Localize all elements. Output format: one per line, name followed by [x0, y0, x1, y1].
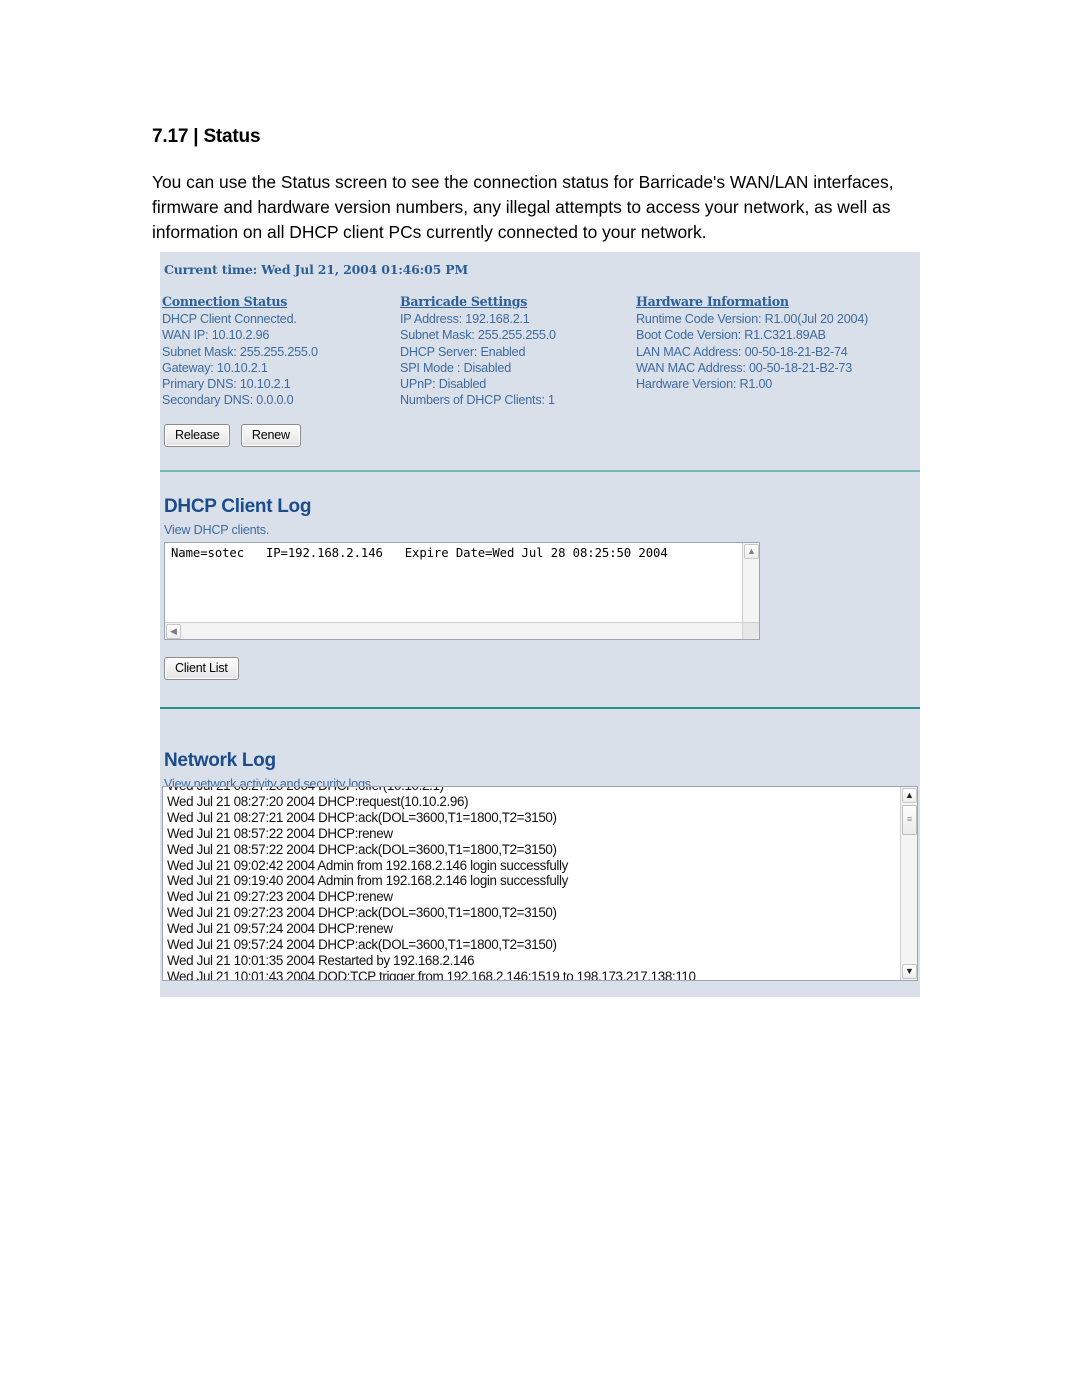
network-log-line: Wed Jul 21 09:57:24 2004 DHCP:renew	[167, 921, 393, 937]
list-item: DHCP Client Connected.	[162, 312, 297, 326]
section-divider-2	[160, 707, 920, 709]
dhcp-log-horizontal-scrollbar[interactable]: ◀ ▶	[165, 622, 759, 639]
network-log-line: Wed Jul 21 08:57:22 2004 DHCP:renew	[167, 825, 393, 841]
hardware-information-column: Hardware Information Runtime Code Versio…	[636, 294, 916, 392]
network-log-line: Wed Jul 21 08:27:21 2004 DHCP:ack(DOL=36…	[167, 809, 557, 825]
list-item: LAN MAC Address: 00-50-18-21-B2-74	[636, 344, 848, 359]
network-log-line: Wed Jul 21 08:27:20 2004 DHCP:request(10…	[167, 793, 469, 809]
page-title: 7.17 | Status	[152, 126, 261, 147]
list-item: Gateway: 10.10.2.1	[162, 360, 268, 375]
barricade-settings-heading[interactable]: Barricade Settings	[400, 294, 636, 309]
scroll-up-icon[interactable]: ▲	[744, 544, 759, 559]
network-log-line: Wed Jul 21 09:19:40 2004 Admin from 192.…	[167, 873, 569, 889]
network-log-line: Wed Jul 21 10:01:43 2004 DOD:TCP trigger…	[167, 968, 696, 981]
list-item: Primary DNS: 10.10.2.1	[162, 377, 291, 392]
list-item: UPnP: Disabled	[400, 377, 487, 392]
hardware-information-heading[interactable]: Hardware Information	[636, 294, 916, 309]
network-log-vertical-scrollbar[interactable]: ▲ ≡ ▼	[900, 787, 917, 980]
scroll-up-icon[interactable]: ▲	[902, 788, 917, 803]
hardware-information-list: Runtime Code Version: R1.00(Jul 20 2004)…	[636, 311, 916, 392]
network-log-line: Wed Jul 21 09:02:42 2004 Admin from 192.…	[167, 857, 569, 873]
router-status-panel: Current time: Wed Jul 21, 2004 01:46:05 …	[160, 252, 920, 997]
list-item: Boot Code Version: R1.C321.89AB	[636, 328, 826, 343]
dhcp-client-log-textarea[interactable]: Name=sotec IP=192.168.2.146 Expire Date=…	[164, 542, 760, 640]
list-item: SPI Mode : Disabled	[400, 360, 512, 375]
list-item: Subnet Mask: 255.255.255.0	[162, 344, 318, 359]
dhcp-client-log-title: DHCP Client Log	[164, 496, 312, 517]
renew-button[interactable]: Renew	[240, 424, 301, 447]
dhcp-client-log-subtitle: View DHCP clients.	[164, 523, 270, 537]
page-description: You can use the Status screen to see the…	[152, 172, 894, 242]
list-item: Hardware Version: R1.00	[636, 377, 773, 392]
client-list-button-row: Client List	[164, 657, 239, 680]
network-log-content: Wed Jul 21 08:27:20 2004 DHCP:offer(10.1…	[167, 787, 887, 981]
network-log-line: Wed Jul 21 09:27:23 2004 DHCP:renew	[167, 889, 393, 905]
list-item: Secondary DNS: 0.0.0.0	[162, 393, 294, 408]
network-log-line: Wed Jul 21 09:27:23 2004 DHCP:ack(DOL=36…	[167, 905, 557, 921]
list-item: Numbers of DHCP Clients: 1	[400, 393, 555, 408]
list-item: Runtime Code Version: R1.00(Jul 20 2004)	[636, 312, 869, 326]
list-item: Subnet Mask: 255.255.255.0	[400, 328, 556, 343]
list-item: WAN MAC Address: 00-50-18-21-B2-73	[636, 360, 853, 375]
network-log-line: Wed Jul 21 08:57:22 2004 DHCP:ack(DOL=36…	[167, 841, 557, 857]
network-log-line: Wed Jul 21 08:27:20 2004 DHCP:offer(10.1…	[167, 787, 887, 794]
connection-status-heading[interactable]: Connection Status	[162, 294, 402, 309]
scrollbar-thumb[interactable]: ≡	[902, 805, 917, 835]
dhcp-action-buttons: Release Renew	[164, 424, 301, 447]
scroll-down-icon[interactable]: ▼	[902, 964, 917, 979]
client-list-button[interactable]: Client List	[164, 657, 239, 680]
list-item: IP Address: 192.168.2.1	[400, 312, 530, 326]
current-time-label: Current time: Wed Jul 21, 2004 01:46:05 …	[164, 262, 469, 277]
scroll-left-icon[interactable]: ◀	[166, 624, 181, 639]
release-button[interactable]: Release	[164, 424, 231, 447]
list-item: DHCP Server: Enabled	[400, 344, 526, 359]
connection-status-column: Connection Status DHCP Client Connected.…	[162, 294, 402, 409]
network-log-textarea[interactable]: Wed Jul 21 08:27:20 2004 DHCP:offer(10.1…	[162, 786, 918, 981]
dhcp-client-log-content: Name=sotec IP=192.168.2.146 Expire Date=…	[171, 546, 668, 560]
network-log-title: Network Log	[164, 750, 276, 771]
section-divider-1	[160, 470, 920, 472]
scrollbar-corner	[742, 622, 759, 639]
network-log-line: Wed Jul 21 10:01:35 2004 Restarted by 19…	[167, 952, 475, 968]
barricade-settings-column: Barricade Settings IP Address: 192.168.2…	[400, 294, 636, 409]
connection-status-list: DHCP Client Connected. WAN IP: 10.10.2.9…	[162, 311, 402, 409]
list-item: WAN IP: 10.10.2.96	[162, 328, 270, 343]
network-log-line: Wed Jul 21 09:57:24 2004 DHCP:ack(DOL=36…	[167, 937, 557, 953]
barricade-settings-list: IP Address: 192.168.2.1 Subnet Mask: 255…	[400, 311, 636, 409]
